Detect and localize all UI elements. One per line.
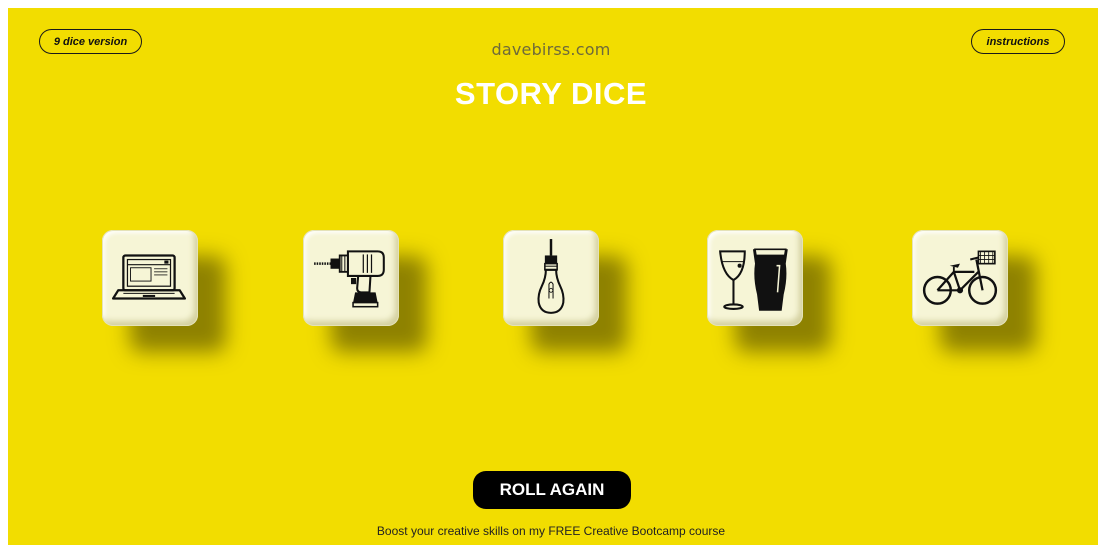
wine-and-beer-glasses-icon — [719, 248, 788, 311]
die-4 — [707, 230, 803, 326]
light-bulb-icon — [537, 239, 565, 314]
site-name: davebirss.com — [491, 40, 611, 59]
die-1 — [102, 230, 198, 326]
die-2 — [303, 230, 399, 326]
die-5 — [912, 230, 1008, 326]
roll-again-button[interactable]: ROLL AGAIN — [473, 471, 631, 509]
power-drill-icon — [314, 250, 385, 308]
promo-link[interactable]: Boost your creative skills on my FREE Cr… — [8, 524, 1094, 538]
laptop-icon — [111, 254, 186, 300]
page-title: STORY DICE — [454, 76, 648, 111]
bicycle-icon — [922, 250, 998, 305]
die-3 — [503, 230, 599, 326]
story-dice-stage: 9 dice version instructions davebirss.co… — [8, 8, 1098, 545]
